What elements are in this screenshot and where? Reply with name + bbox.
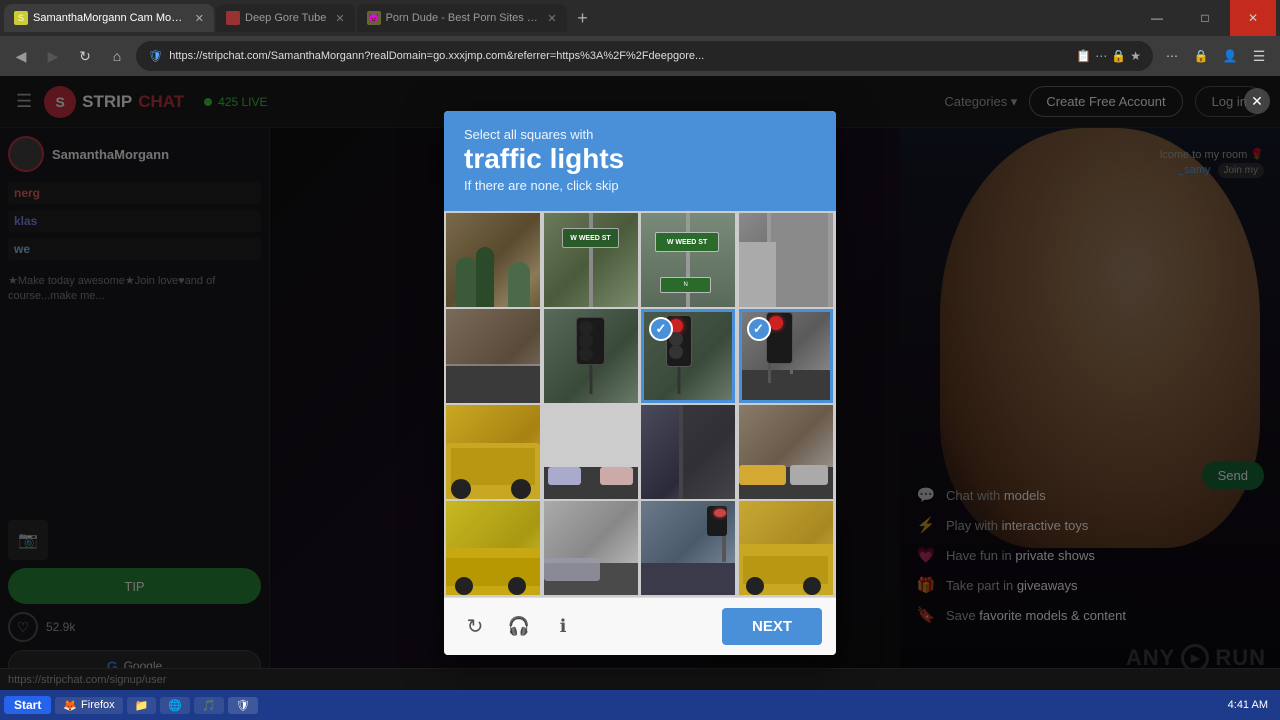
captcha-cell-5[interactable] [544, 309, 638, 403]
tab-3-title: Porn Dude - Best Porn Sites & Fre... [386, 12, 539, 24]
reload-button[interactable]: ↻ [72, 43, 98, 69]
forward-button[interactable]: ▶ [40, 43, 66, 69]
captcha-cell-0[interactable] [446, 213, 540, 307]
taskbar-firefox-icon: 🦊 [63, 699, 77, 712]
taskbar-item-1[interactable]: 🦊 Firefox [55, 697, 122, 714]
captcha-header: Select all squares with traffic lights I… [444, 111, 836, 212]
captcha-cell-7[interactable]: ✓ [739, 309, 833, 403]
captcha-cell-12[interactable] [446, 501, 540, 595]
taskbar-folder-icon: 📁 [135, 699, 149, 712]
tab-bar: S SamanthaMorgann Cam Model: Fr... ✕ Dee… [0, 0, 1280, 36]
back-button[interactable]: ◀ [8, 43, 34, 69]
captcha-instruction-sub: Select all squares with [464, 127, 816, 142]
tab-1-favicon: S [14, 11, 28, 25]
taskbar-item-4[interactable]: 🎵 [194, 697, 224, 714]
tab-2-title: Deep Gore Tube [245, 12, 326, 24]
taskbar-item-5[interactable]: 🛡 [228, 697, 258, 714]
captcha-audio-button[interactable]: 🎧 [502, 610, 536, 644]
captcha-modal: Select all squares with traffic lights I… [444, 111, 836, 656]
tab-2-favicon [226, 11, 240, 25]
cell-7-check: ✓ [747, 317, 771, 341]
taskbar-media-icon: 🎵 [202, 700, 216, 712]
captcha-cell-4[interactable] [446, 309, 540, 403]
window-minimize[interactable]: — [1134, 0, 1180, 36]
captcha-footer: ↻ 🎧 ℹ NEXT [444, 597, 836, 655]
captcha-cell-2[interactable]: W WEED ST N [641, 213, 735, 307]
taskbar-item-2[interactable]: 📁 [127, 697, 157, 714]
url-bar[interactable]: 🛡 https://stripchat.com/SamanthaMorgann?… [136, 41, 1153, 71]
captcha-cell-14[interactable] [641, 501, 735, 595]
taskbar-item-3[interactable]: 🌐 [160, 697, 190, 714]
tab-3[interactable]: 😈 Porn Dude - Best Porn Sites & Fre... ✕ [357, 4, 567, 32]
captcha-info-button[interactable]: ℹ [546, 610, 580, 644]
captcha-cell-11[interactable] [739, 405, 833, 499]
firefox-sync-icon[interactable]: 🔒 [1188, 43, 1214, 69]
taskbar-chrome-icon: 🌐 [168, 700, 182, 712]
captcha-cell-10[interactable] [641, 405, 735, 499]
captcha-cell-6[interactable]: ✓ [641, 309, 735, 403]
captcha-reload-button[interactable]: ↻ [458, 610, 492, 644]
start-button[interactable]: Start [4, 696, 51, 714]
profile-icon[interactable]: 👤 [1217, 43, 1243, 69]
extensions-area: ⋯ 🔒 👤 ☰ [1159, 43, 1272, 69]
home-button[interactable]: ⌂ [104, 43, 130, 69]
modal-close-button[interactable]: ✕ [1244, 88, 1270, 114]
captcha-cell-3[interactable] [739, 213, 833, 307]
tab-3-favicon: 😈 [367, 11, 381, 25]
modal-overlay[interactable]: ✕ Select all squares with traffic lights… [0, 76, 1280, 690]
window-maximize[interactable]: □ [1182, 0, 1228, 36]
captcha-cell-1[interactable]: W WEED ST [544, 213, 638, 307]
hamburger-menu[interactable]: ☰ [1246, 43, 1272, 69]
captcha-cell-8[interactable] [446, 405, 540, 499]
tab-1-title: SamanthaMorgann Cam Model: Fr... [33, 12, 186, 24]
address-bar: ◀ ▶ ↻ ⌂ 🛡 https://stripchat.com/Samantha… [0, 36, 1280, 76]
browser-window: S SamanthaMorgann Cam Model: Fr... ✕ Dee… [0, 0, 1280, 720]
tab-2[interactable]: Deep Gore Tube ✕ [216, 4, 355, 32]
taskbar: Start 🦊 Firefox 📁 🌐 🎵 🛡 4:41 AM [0, 690, 1280, 720]
url-text: https://stripchat.com/SamanthaMorgann?re… [169, 50, 1070, 62]
tab-3-close[interactable]: ✕ [547, 12, 556, 25]
taskbar-clock: 4:41 AM [1228, 699, 1276, 711]
captcha-instruction-title: traffic lights [464, 144, 816, 175]
extensions-button[interactable]: ⋯ [1159, 43, 1185, 69]
security-icon: 🛡 [148, 49, 163, 63]
window-close[interactable]: ✕ [1230, 0, 1276, 36]
captcha-cell-9[interactable] [544, 405, 638, 499]
captcha-instruction-hint: If there are none, click skip [464, 178, 816, 193]
captcha-grid: W WEED ST W WEED ST N [444, 211, 836, 597]
taskbar-antivirus-icon: 🛡 [236, 700, 250, 712]
tab-1[interactable]: S SamanthaMorgann Cam Model: Fr... ✕ [4, 4, 214, 32]
captcha-cell-15[interactable] [739, 501, 833, 595]
captcha-next-button[interactable]: NEXT [722, 608, 822, 645]
captcha-cell-13[interactable] [544, 501, 638, 595]
tab-1-close[interactable]: ✕ [195, 12, 204, 25]
tab-2-close[interactable]: ✕ [335, 12, 344, 25]
new-tab-button[interactable]: + [569, 4, 597, 32]
url-actions: 📋 ⋯ 🔒 ★ [1076, 49, 1141, 63]
